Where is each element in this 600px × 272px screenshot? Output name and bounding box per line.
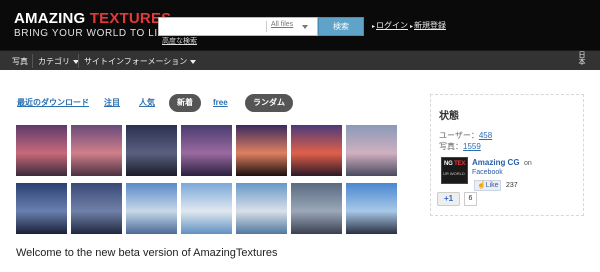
search-divider (266, 21, 267, 32)
thumbnail-purple-dusk-1[interactable] (181, 125, 232, 176)
nav-divider (32, 54, 33, 68)
thumbnail-grey-clouds-1[interactable] (291, 183, 342, 234)
language-selector[interactable]: 日本 (577, 52, 587, 66)
nav-item-site-info[interactable]: サイトインフォーメーション (84, 56, 197, 67)
avatar-logo-text: NG TEX (444, 161, 466, 167)
search-input[interactable] (159, 18, 265, 35)
facebook-page-name[interactable]: Amazing CG (472, 158, 520, 167)
tab-new[interactable]: 新着 (169, 94, 201, 112)
login-link[interactable]: ▸ログイン (372, 20, 408, 31)
users-count-link[interactable]: 458 (479, 131, 492, 140)
thumbnail-clear-sky-1[interactable] (346, 183, 397, 234)
thumbnail-cloud-sky-1[interactable] (126, 183, 177, 234)
logo-title: AMAZING TEXTURES (14, 10, 172, 27)
google-plus-count: 6 (464, 192, 477, 206)
thumbnail-sunset-sky-1[interactable] (16, 125, 67, 176)
nav-item-photos[interactable]: 写真 (12, 56, 28, 67)
facebook-on-label: on (524, 160, 532, 167)
nav-divider (78, 54, 79, 68)
thumbnail-cloud-sky-2[interactable] (181, 183, 232, 234)
arrow-right-icon: ▸ (372, 24, 376, 30)
panel-title: 状態 (439, 111, 459, 122)
google-plus-button[interactable]: +1 (437, 192, 460, 206)
thumbnail-blue-dusk-1[interactable] (16, 183, 67, 234)
thumbnail-sunset-silhouette-1[interactable] (236, 125, 287, 176)
thumbnail-sunset-horizon-1[interactable] (291, 125, 342, 176)
nav-item-category[interactable]: カテゴリ (38, 56, 79, 67)
tab-free[interactable]: free (213, 94, 228, 112)
thumbnail-pastel-dusk-1[interactable] (346, 125, 397, 176)
tab-recent-downloads[interactable]: 最近のダウンロード (17, 94, 89, 112)
tab-featured[interactable]: 注目 (104, 94, 120, 112)
thumbnail-sunset-sky-2[interactable] (71, 125, 122, 176)
thumbs-up-icon: ☝ (477, 182, 486, 189)
thumbnail-cloud-sky-3[interactable] (236, 183, 287, 234)
facebook-like-button[interactable]: ☝Like (474, 180, 501, 191)
arrow-right-icon: ▸ (410, 24, 414, 30)
welcome-message: Welcome to the new beta version of Amazi… (16, 247, 278, 259)
chevron-down-icon[interactable] (302, 25, 308, 29)
tab-popular[interactable]: 人気 (139, 94, 155, 112)
facebook-page-avatar[interactable]: NG TEX UR WORLD (441, 157, 468, 184)
search-button[interactable]: 検索 (318, 17, 364, 36)
site-header: AMAZING TEXTURES BRING YOUR WORLD TO LIF… (0, 0, 600, 50)
photos-count-link[interactable]: 1559 (463, 142, 481, 151)
thumbnail-blue-dusk-2[interactable] (71, 183, 122, 234)
like-count: 237 (506, 182, 518, 189)
photos-stat: 写真：1559 (439, 142, 481, 151)
site-logo[interactable]: AMAZING TEXTURES BRING YOUR WORLD TO LIF… (14, 11, 172, 39)
chevron-down-icon (190, 59, 197, 64)
avatar-tagline: UR WORLD (443, 171, 465, 176)
register-link[interactable]: ▸新規登録 (410, 20, 446, 31)
advanced-search-link[interactable]: 高度な検索 (162, 36, 197, 46)
facebook-link[interactable]: Facebook (472, 169, 503, 176)
users-stat: ユーザー：458 (439, 131, 493, 140)
logo-tagline: BRING YOUR WORLD TO LIFE (14, 28, 172, 39)
thumbnail-dusk-sky-1[interactable] (126, 125, 177, 176)
search-box: All files (158, 17, 318, 36)
main-nav: 写真 カテゴリ サイトインフォーメーション (0, 50, 600, 70)
search-scope-select[interactable]: All files (271, 21, 293, 28)
tab-random[interactable]: ランダム (245, 94, 293, 112)
